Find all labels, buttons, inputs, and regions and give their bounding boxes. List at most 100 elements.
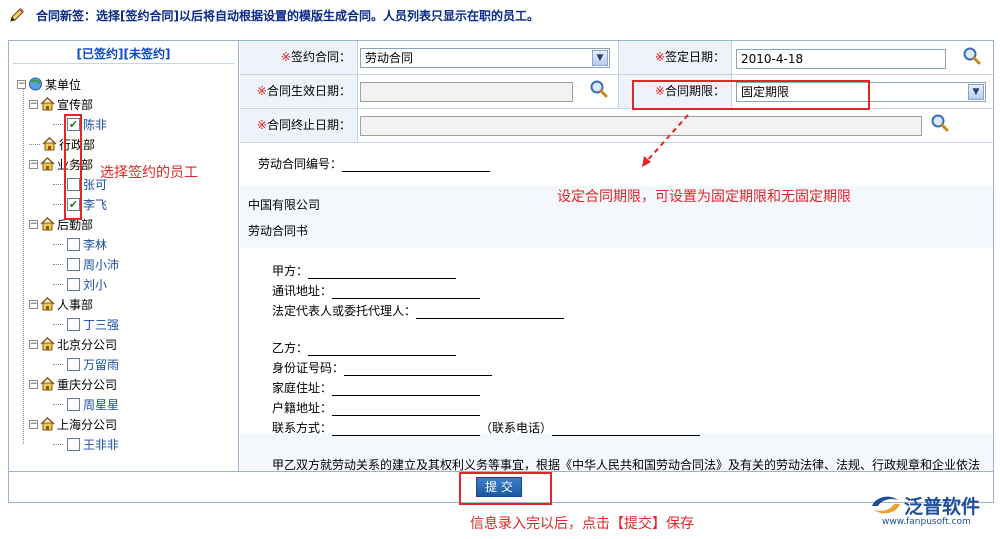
house-icon xyxy=(40,97,55,111)
search-icon[interactable] xyxy=(930,113,950,133)
annotation-select-employee: 选择签约的员工 xyxy=(100,165,198,181)
tree-tabs: [已签约][未签约] xyxy=(9,41,238,63)
tree-root-label: 某单位 xyxy=(45,77,82,92)
chevron-down-icon: ▼ xyxy=(968,84,984,100)
house-icon xyxy=(40,297,55,311)
party-a-address: 通讯地址： xyxy=(272,282,481,299)
party-b: 乙方： xyxy=(272,339,457,356)
collapse-icon[interactable]: − xyxy=(29,99,38,109)
tree-root[interactable]: − 某单位 xyxy=(17,74,81,94)
tree-employee[interactable]: 万留雨 xyxy=(53,354,119,374)
house-icon xyxy=(40,217,55,231)
employee-tree: [已签约][未签约] − 某单位 − 宣传部 ✔ 陈非 行政部 − 业务部 张可 ✔ 李飞 − 后勤部 李林… xyxy=(9,41,239,471)
logo-icon xyxy=(872,496,900,514)
employee-name[interactable]: 周小沛 xyxy=(83,256,119,273)
tree-employee[interactable]: 刘小 xyxy=(53,274,107,294)
party-a: 甲方： xyxy=(272,262,457,279)
contract-no: 劳动合同编号： xyxy=(258,155,491,172)
tree-dept[interactable]: − 重庆分公司 xyxy=(29,374,117,394)
tree-dept[interactable]: − 上海分公司 xyxy=(29,414,117,434)
employee-checkbox[interactable] xyxy=(67,257,80,271)
dept-label: 宣传部 xyxy=(57,97,94,112)
tree-dept[interactable]: − 宣传部 xyxy=(29,94,93,114)
tree-dept[interactable]: 行政部 xyxy=(29,134,95,154)
employee-name[interactable]: 刘小 xyxy=(83,276,107,293)
dept-label: 人事部 xyxy=(57,297,94,312)
legal-representative: 法定代表人或委托代理人： xyxy=(272,302,565,319)
form-row-3: ※合同终止日期： xyxy=(240,109,993,143)
sign-date-label: ※签定日期： xyxy=(618,41,732,74)
highlight-term-select xyxy=(632,80,870,110)
collapse-icon[interactable]: − xyxy=(29,219,38,229)
contract-clause: 甲乙双方就劳动关系的建立及其权利义务等事宜，根据《中华人民共和国劳动合同法》及有… xyxy=(272,458,981,471)
tab-unsigned[interactable]: [未签约] xyxy=(124,47,171,61)
employee-checkbox[interactable] xyxy=(67,277,80,291)
contract-select[interactable]: 劳动合同 ▼ xyxy=(360,48,610,68)
employee-checkbox[interactable] xyxy=(67,357,80,371)
tree-dept[interactable]: − 人事部 xyxy=(29,294,93,314)
form-row-1: ※签约合同： 劳动合同 ▼ ※签定日期： 2010-4-18 xyxy=(240,41,993,75)
end-date-label: ※合同终止日期： xyxy=(240,109,358,142)
employee-name[interactable]: 李飞 xyxy=(83,196,107,213)
contract-title: 劳动合同书 xyxy=(248,224,309,238)
party-b-contact: 联系方式： （联系电话） xyxy=(272,419,701,436)
form-row-2: ※合同生效日期： ※合同期限： 固定期限 ▼ xyxy=(240,75,993,109)
tree-employee[interactable]: 丁三强 xyxy=(53,314,119,334)
tab-signed[interactable]: [已签约] xyxy=(77,47,124,61)
house-icon xyxy=(42,137,57,151)
employee-name[interactable]: 丁三强 xyxy=(83,316,119,333)
annotation-term-hint: 设定合同期限，可设置为固定期限和无固定期限 xyxy=(557,189,851,205)
company-name: 中国有限公司 xyxy=(248,198,321,212)
tree-dept[interactable]: − 后勤部 xyxy=(29,214,93,234)
party-b-home: 家庭住址： xyxy=(272,379,481,396)
annotation-submit-hint: 信息录入完以后，点击【提交】保存 xyxy=(470,516,694,532)
chevron-down-icon: ▼ xyxy=(592,50,608,66)
tree-employee[interactable]: 周星星 xyxy=(53,394,119,414)
employee-checkbox[interactable] xyxy=(67,397,80,411)
brand-logo: 泛普软件 www.fanpusoft.com xyxy=(870,492,995,532)
dept-label: 上海分公司 xyxy=(57,417,118,432)
highlight-submit xyxy=(459,472,552,505)
effective-date-label: ※合同生效日期： xyxy=(240,75,358,108)
collapse-icon[interactable]: − xyxy=(29,379,38,389)
sign-date-input[interactable]: 2010-4-18 xyxy=(736,49,946,69)
search-icon[interactable] xyxy=(962,46,982,66)
dept-label: 重庆分公司 xyxy=(57,377,118,392)
party-b-household: 户籍地址： xyxy=(272,399,481,416)
globe-icon xyxy=(29,77,42,91)
employee-name[interactable]: 王非非 xyxy=(83,436,119,453)
collapse-icon[interactable]: − xyxy=(29,419,38,429)
party-b-id: 身份证号码： xyxy=(272,359,493,376)
pencil-icon xyxy=(10,8,24,22)
notice-bar: 合同新签：选择[签约合同]以后将自动根据设置的模版生成合同。人员列表只显示在职的… xyxy=(0,0,1000,30)
collapse-icon[interactable]: − xyxy=(17,79,26,89)
contract-form: ※签约合同： 劳动合同 ▼ ※签定日期： 2010-4-18 ※合同生效日期： xyxy=(240,41,993,471)
employee-name[interactable]: 万留雨 xyxy=(83,356,119,373)
dept-label: 北京分公司 xyxy=(57,337,118,352)
employee-checkbox[interactable] xyxy=(67,437,80,451)
notice-text: 合同新签：选择[签约合同]以后将自动根据设置的模版生成合同。人员列表只显示在职的… xyxy=(36,8,539,23)
tree-dept[interactable]: − 业务部 xyxy=(29,154,93,174)
tree-employee[interactable]: 王非非 xyxy=(53,434,119,454)
house-icon xyxy=(40,157,55,171)
house-icon xyxy=(40,417,55,431)
employee-checkbox[interactable] xyxy=(67,237,80,251)
collapse-icon[interactable]: − xyxy=(29,159,38,169)
house-icon xyxy=(40,337,55,351)
search-icon[interactable] xyxy=(589,79,609,99)
brand-url: www.fanpusoft.com xyxy=(882,517,971,527)
brand-name: 泛普软件 xyxy=(904,496,981,518)
employee-name[interactable]: 周星星 xyxy=(83,396,119,413)
tree-dept[interactable]: − 北京分公司 xyxy=(29,334,117,354)
collapse-icon[interactable]: − xyxy=(29,299,38,309)
tree-employee[interactable]: 周小沛 xyxy=(53,254,119,274)
tree-employee[interactable]: 李林 xyxy=(53,234,107,254)
effective-date-input[interactable] xyxy=(360,82,573,102)
arrow-icon xyxy=(642,114,689,167)
tree-list: − 某单位 − 宣传部 ✔ 陈非 行政部 − 业务部 张可 ✔ 李飞 − 后勤部 李林 周小沛 刘小 − 人事部 丁三… xyxy=(9,64,238,452)
employee-name[interactable]: 陈非 xyxy=(83,116,107,133)
highlight-employee-checkboxes xyxy=(64,114,82,220)
employee-name[interactable]: 李林 xyxy=(83,236,107,253)
collapse-icon[interactable]: − xyxy=(29,339,38,349)
employee-checkbox[interactable] xyxy=(67,317,80,331)
